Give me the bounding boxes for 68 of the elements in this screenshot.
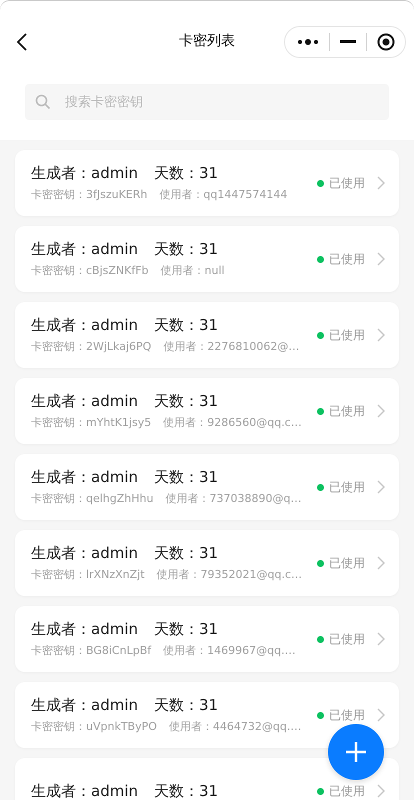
minimize-icon[interactable]	[340, 40, 356, 44]
key-text: 卡密密钥：3fJszuKERh	[31, 187, 148, 202]
chevron-icon	[377, 708, 385, 722]
chevron-icon	[377, 632, 385, 646]
days-text: 天数：31	[154, 544, 218, 563]
chevron-icon	[377, 176, 385, 190]
card[interactable]: 生成者：admin 天数：31 卡密密钥：uVpnkTByPO 使用者：4464732@qq.… 已使用	[15, 682, 399, 748]
creator-text: 生成者：admin	[31, 392, 138, 411]
card[interactable]: 生成者：admin 天数：31 卡密密钥：2WjLkaj6PQ 使用者：2276810062@… 已使用	[15, 302, 399, 368]
status-text: 已使用	[329, 250, 365, 268]
user-text: 使用者：2276810062@…	[163, 339, 300, 354]
key-text: 卡密密钥：BG8iCnLpBf	[31, 643, 152, 658]
status-text: 已使用	[329, 554, 365, 572]
days-text: 天数：31	[154, 316, 218, 335]
user-text: 使用者：79352021@qq.c…	[156, 567, 302, 582]
chevron-icon	[377, 480, 385, 494]
user-text: 使用者：qq1447574144	[159, 187, 288, 202]
card[interactable]: 生成者：admin 天数：31 卡密密钥：qelhgZhHhu 使用者：737038890@q… 已使用	[15, 454, 399, 520]
key-text: 卡密密钥：2WjLkaj6PQ	[31, 339, 152, 354]
status-text: 已使用	[329, 174, 365, 192]
chevron-icon	[377, 404, 385, 418]
key-text: 卡密密钥：mYhtK1jsy5	[31, 415, 152, 430]
creator-text: 生成者：admin	[31, 696, 138, 715]
card[interactable]: 生成者：admin 天数：31 卡密密钥：3fJszuKERh 使用者：qq1447574144 已使用	[15, 150, 399, 216]
days-text: 天数：31	[154, 164, 218, 183]
page-title: 卡密列表	[178, 32, 236, 50]
creator-text: 生成者：admin	[31, 544, 138, 563]
chevron-icon	[377, 556, 385, 570]
search-field[interactable]: 搜索卡密密钥	[25, 84, 389, 120]
card[interactable]: 生成者：admin 天数：31 卡密密钥：mYhtK1jsy5 使用者：9286560@qq.c… 已使用	[15, 378, 399, 444]
key-text: 卡密密钥：cBjsZNKfFb	[31, 263, 149, 278]
key-text: 卡密密钥：qelhgZhHhu	[31, 491, 154, 506]
user-text: 使用者：737038890@q…	[165, 491, 302, 506]
user-text: 使用者：1469967@qq.…	[163, 643, 296, 658]
more-icon[interactable]	[297, 38, 319, 46]
chevron-icon	[377, 784, 385, 798]
chevron-icon	[377, 328, 385, 342]
key-text: 卡密密钥：lrXNzXnZjt	[31, 567, 145, 582]
status-text: 已使用	[329, 706, 365, 724]
back-icon[interactable]	[16, 32, 28, 52]
days-text: 天数：31	[154, 240, 218, 259]
creator-text: 生成者：admin	[31, 240, 138, 259]
user-text: 使用者：4464732@qq.…	[168, 719, 302, 734]
plus-icon	[346, 742, 366, 762]
card[interactable]: 生成者：admin 天数：31 卡密密钥：BG8iCnLpBf 使用者：1469967@qq.… 已使用	[15, 606, 399, 672]
card[interactable]: 生成者：admin 天数：31 已使用	[15, 758, 399, 800]
user-text: 使用者：null	[160, 263, 225, 278]
creator-text: 生成者：admin	[31, 782, 138, 800]
close-icon[interactable]	[377, 33, 395, 51]
card[interactable]: 生成者：admin 天数：31 卡密密钥：cBjsZNKfFb 使用者：null 已使用	[15, 226, 399, 292]
key-text: 卡密密钥：uVpnkTByPO	[31, 719, 157, 734]
days-text: 天数：31	[154, 620, 218, 639]
days-text: 天数：31	[154, 392, 218, 411]
creator-text: 生成者：admin	[31, 620, 138, 639]
status-text: 已使用	[329, 402, 365, 420]
status-text: 已使用	[329, 478, 365, 496]
status-text: 已使用	[329, 326, 365, 344]
days-text: 天数：31	[154, 696, 218, 715]
days-text: 天数：31	[154, 468, 218, 487]
status-text: 已使用	[329, 782, 365, 800]
creator-text: 生成者：admin	[31, 164, 138, 183]
status-text: 已使用	[329, 630, 365, 648]
creator-text: 生成者：admin	[31, 468, 138, 487]
card[interactable]: 生成者：admin 天数：31 卡密密钥：lrXNzXnZjt 使用者：79352021@qq.c… 已使用	[15, 530, 399, 596]
chevron-icon	[377, 252, 385, 266]
creator-text: 生成者：admin	[31, 316, 138, 335]
days-text: 天数：31	[154, 782, 218, 800]
user-text: 使用者：9286560@qq.c…	[163, 415, 302, 430]
